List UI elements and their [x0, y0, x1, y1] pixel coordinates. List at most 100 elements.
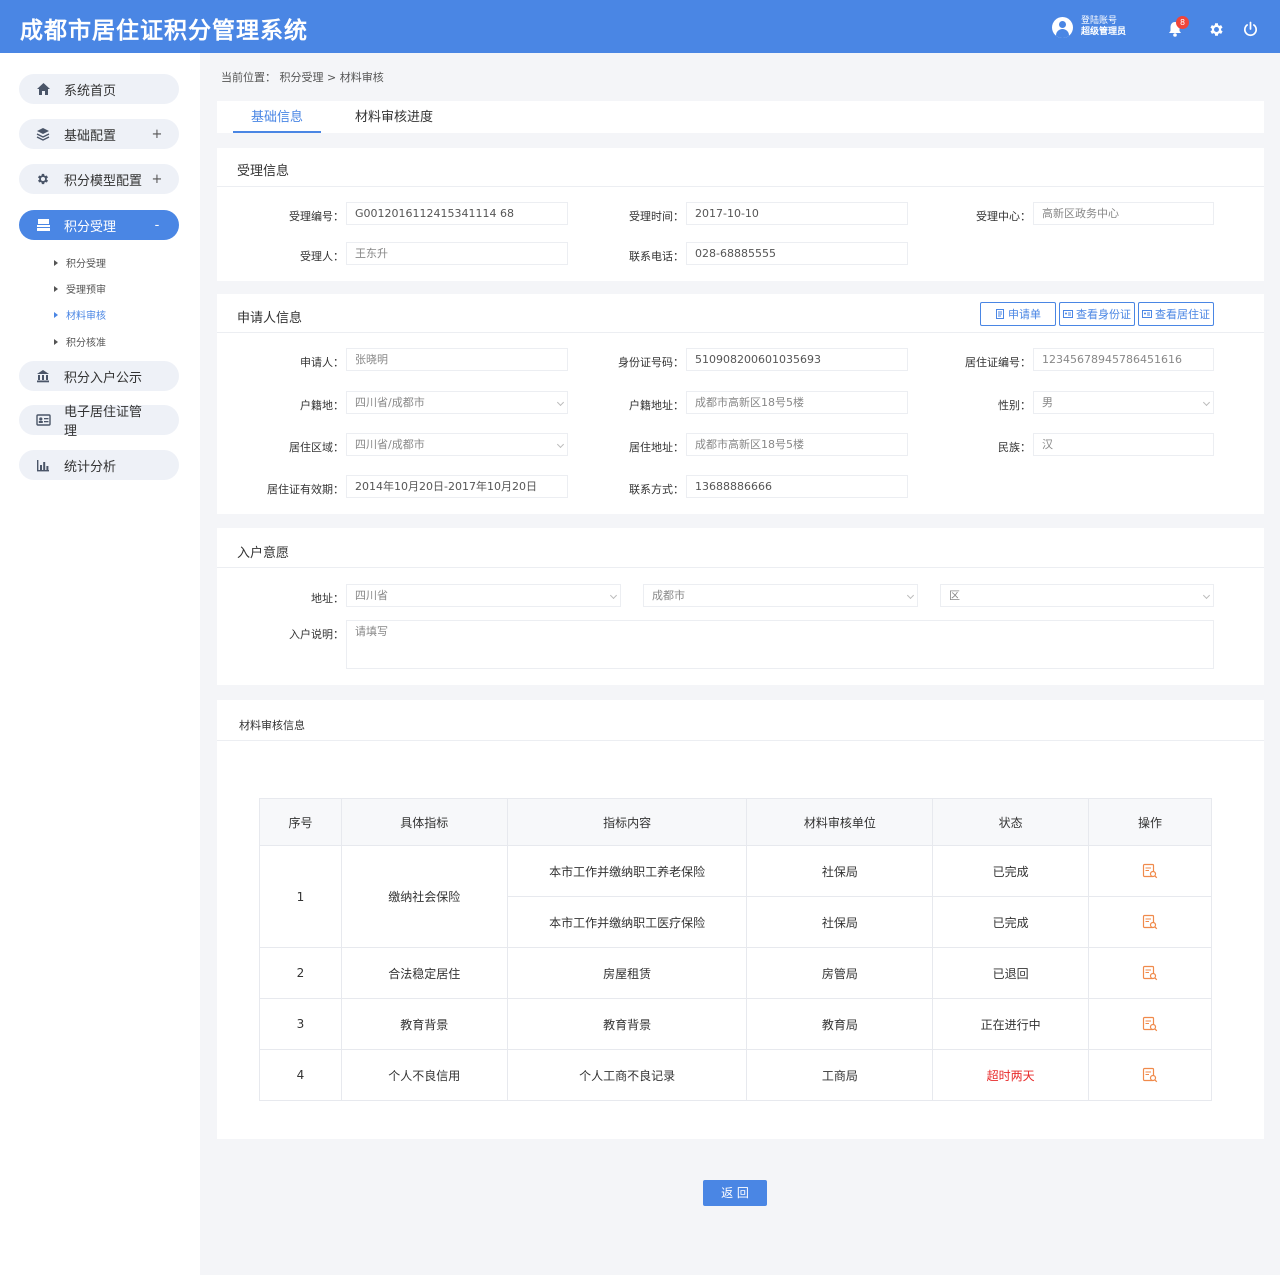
- submenu-item-points-approve[interactable]: 积分核准: [54, 334, 106, 349]
- applicant-name-field[interactable]: 张晓明: [346, 348, 568, 371]
- triangle-right-icon: [54, 259, 58, 266]
- gender-select[interactable]: 男: [1033, 391, 1214, 414]
- ethnicity-field[interactable]: 汉: [1033, 433, 1214, 456]
- settle-description-textarea[interactable]: 请填写: [346, 620, 1214, 669]
- chevron-down-icon: [1202, 591, 1211, 600]
- view-id-card-button[interactable]: 查看身份证: [1059, 302, 1135, 326]
- document-search-icon[interactable]: [1142, 863, 1158, 879]
- field-label: 地址：: [311, 592, 344, 605]
- bar-chart-icon: [35, 457, 51, 473]
- chevron-down-icon: [609, 591, 618, 600]
- document-search-icon[interactable]: [1142, 1016, 1158, 1032]
- hukou-address-field[interactable]: 成都市高新区18号5楼: [686, 391, 908, 414]
- section-title: 材料审核信息: [239, 719, 305, 732]
- chevron-down-icon: [556, 398, 565, 407]
- col-header-unit: 材料审核单位: [746, 798, 934, 846]
- sidebar-item-statistics[interactable]: 统计分析: [19, 450, 179, 480]
- cell-indicator: 缴纳社会保险: [340, 845, 508, 948]
- document-search-icon[interactable]: [1142, 1067, 1158, 1083]
- settle-intent-card: 入户意愿 地址： 四川省 成都市 区 入户说明： 请填写: [217, 528, 1264, 685]
- cell-content: 房屋租赁: [506, 947, 748, 999]
- applicant-info-card: 申请人信息 申请单 查看身份证 查看居住证 申请人： 张晓明 身份证号码： 51…: [217, 294, 1264, 514]
- sidebar-item-publicity[interactable]: 积分入户公示: [19, 361, 179, 391]
- sidebar-item-e-permit[interactable]: 电子居住证管理: [19, 405, 179, 439]
- sidebar-item-model-config[interactable]: 积分模型配置 +: [19, 164, 179, 194]
- bank-icon: [35, 368, 51, 384]
- section-title: 受理信息: [237, 164, 290, 179]
- submenu-item-pre-review[interactable]: 受理预审: [54, 281, 106, 296]
- submenu-item-points-accept[interactable]: 积分受理: [54, 255, 106, 270]
- account-role: 超级管理员: [1081, 27, 1127, 37]
- table-row: 4 个人不良信用 个人工商不良记录 工商局 超时两天: [259, 1049, 1212, 1101]
- col-header-indicator: 具体指标: [340, 798, 508, 846]
- cell-no: 3: [259, 998, 342, 1050]
- accept-no-field[interactable]: G0012016112415341114 68: [346, 202, 568, 225]
- breadcrumb: 当前位置： 积分受理 > 材料审核: [221, 71, 384, 84]
- sidebar-item-basic-config[interactable]: 基础配置 +: [19, 119, 179, 149]
- tab-review-progress[interactable]: 材料审核进度: [347, 101, 441, 133]
- sidebar-item-home[interactable]: 系统首页: [19, 74, 179, 104]
- col-header-content: 指标内容: [506, 798, 748, 846]
- handler-field[interactable]: 王东升: [346, 242, 568, 265]
- accept-time-field[interactable]: 2017-10-10: [686, 202, 908, 225]
- cell-content: 个人工商不良记录: [506, 1049, 748, 1101]
- section-title: 申请人信息: [237, 311, 303, 326]
- residence-address-field[interactable]: 成都市高新区18号5楼: [686, 433, 908, 456]
- id-card-icon: [1063, 310, 1073, 318]
- contact-field[interactable]: 13688886666: [686, 475, 908, 498]
- residence-area-select[interactable]: 四川省/成都市: [346, 433, 568, 456]
- cell-status: 正在进行中: [932, 998, 1090, 1050]
- cell-no: 1: [259, 845, 342, 948]
- field-label: 身份证号码：: [618, 356, 684, 369]
- cell-unit: 工商局: [746, 1049, 934, 1101]
- cell-status: 已完成: [932, 845, 1090, 897]
- review-table: 序号 具体指标 指标内容 材料审核单位 状态 操作 1 缴纳社会保险 本市工作并…: [259, 798, 1212, 1101]
- field-label: 受理中心：: [976, 210, 1031, 223]
- view-residence-permit-button[interactable]: 查看居住证: [1138, 302, 1214, 326]
- city-select[interactable]: 成都市: [643, 584, 918, 607]
- province-select[interactable]: 四川省: [346, 584, 621, 607]
- user-avatar-icon: [1052, 16, 1073, 38]
- cell-no: 2: [259, 947, 342, 999]
- sidebar-item-points-accept[interactable]: 积分受理 -: [19, 210, 179, 240]
- triangle-right-icon: [54, 285, 58, 292]
- permit-number-field[interactable]: 12345678945786451616: [1033, 348, 1214, 371]
- cell-unit: 社保局: [746, 896, 934, 948]
- hukou-select[interactable]: 四川省/成都市: [346, 391, 568, 414]
- cell-content: 本市工作并缴纳职工医疗保险: [506, 896, 748, 948]
- collapse-toggle[interactable]: -: [147, 218, 167, 233]
- cell-unit: 教育局: [746, 998, 934, 1050]
- field-label: 联系方式：: [629, 483, 684, 496]
- expand-toggle[interactable]: +: [147, 172, 167, 187]
- chevron-down-icon: [1202, 398, 1211, 407]
- field-label: 性别：: [998, 399, 1031, 412]
- field-label: 居住证编号：: [965, 356, 1031, 369]
- material-review-card: 材料审核信息 序号 具体指标 指标内容 材料审核单位 状态 操作 1 缴纳社会保…: [217, 700, 1264, 1139]
- field-label: 居住证有效期：: [267, 483, 344, 496]
- submenu-item-material-review[interactable]: 材料审核: [54, 307, 106, 322]
- accept-center-field[interactable]: 高新区政务中心: [1033, 202, 1214, 225]
- col-header-action: 操作: [1088, 798, 1212, 846]
- power-icon[interactable]: [1242, 21, 1259, 38]
- expand-toggle[interactable]: +: [147, 127, 167, 142]
- inbox-icon: [35, 217, 51, 233]
- table-header-row: 序号 具体指标 指标内容 材料审核单位 状态 操作: [259, 798, 1212, 846]
- id-number-field[interactable]: 510908200601035693: [686, 348, 908, 371]
- cell-content: 本市工作并缴纳职工养老保险: [506, 845, 748, 897]
- table-row: 1 缴纳社会保险 本市工作并缴纳职工养老保险 社保局 已完成: [259, 845, 1212, 948]
- cell-indicator: 教育背景: [340, 998, 508, 1050]
- id-card-icon: [1142, 310, 1152, 318]
- account-label: 登陆账号: [1081, 16, 1118, 26]
- layers-icon: [35, 126, 51, 142]
- tab-basic-info[interactable]: 基础信息: [233, 101, 321, 133]
- gear-icon[interactable]: [1208, 21, 1225, 38]
- document-search-icon[interactable]: [1142, 965, 1158, 981]
- user-account[interactable]: 登陆账号 超级管理员: [1052, 16, 1126, 38]
- field-label: 居住区域：: [289, 441, 344, 454]
- permit-validity-field[interactable]: 2014年10月20日-2017年10月20日: [346, 475, 568, 498]
- contact-phone-field[interactable]: 028-68885555: [686, 242, 908, 265]
- application-form-button[interactable]: 申请单: [980, 302, 1056, 326]
- district-select[interactable]: 区: [940, 584, 1214, 607]
- document-search-icon[interactable]: [1142, 914, 1158, 930]
- back-button[interactable]: 返 回: [703, 1180, 767, 1206]
